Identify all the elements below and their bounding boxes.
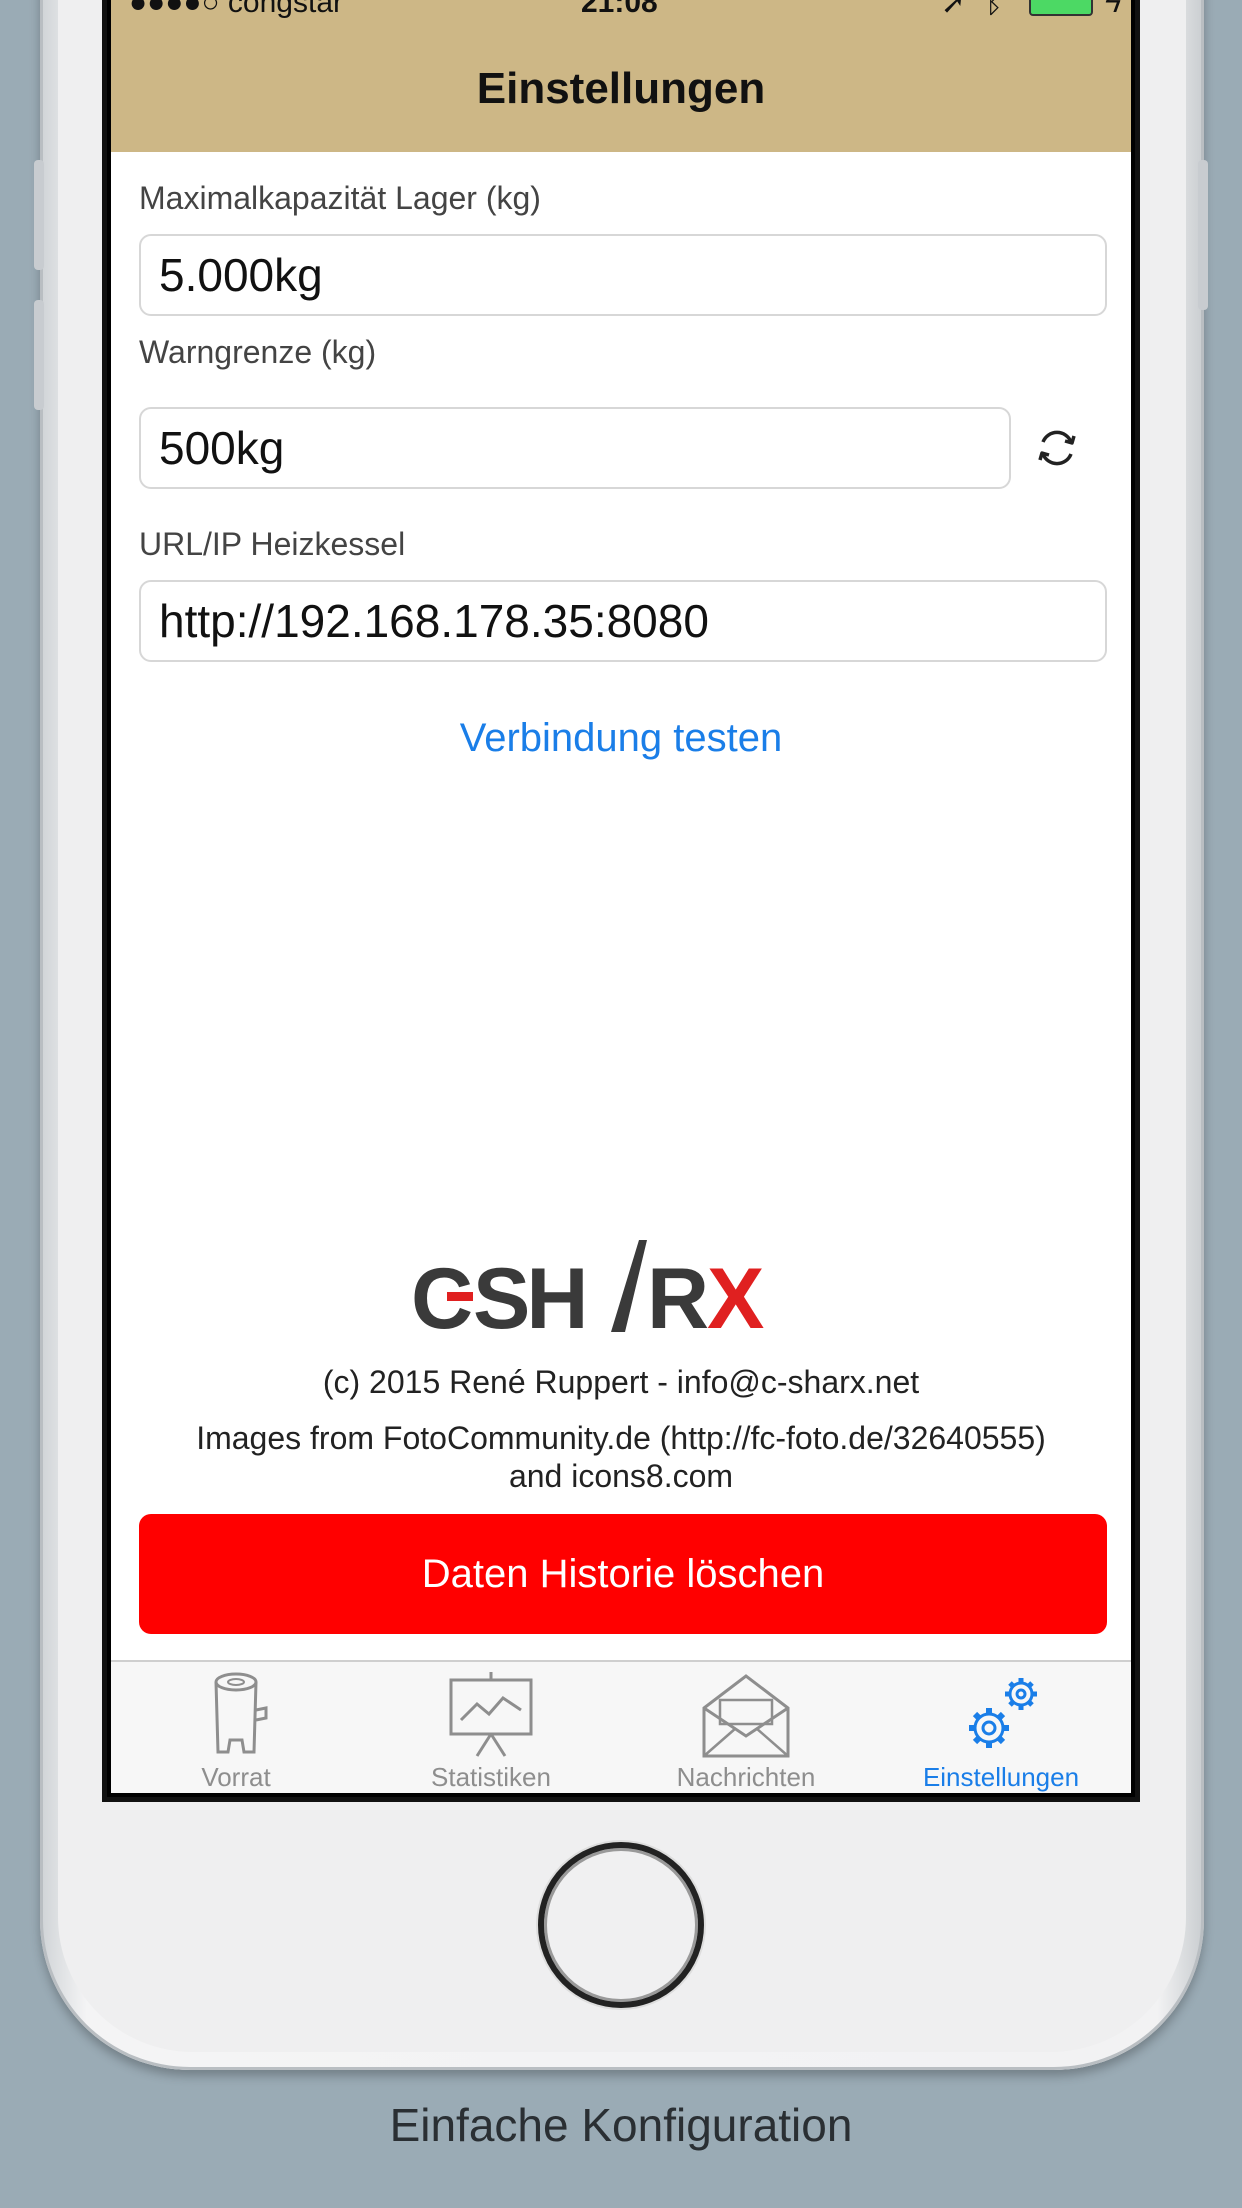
- svg-text:X: X: [707, 1251, 764, 1345]
- tab-statistiken[interactable]: Statistiken: [366, 1662, 616, 1793]
- charging-icon: ϟ: [1105, 0, 1121, 19]
- tab-label: Einstellungen: [922, 1762, 1080, 1792]
- refresh-button[interactable]: [1029, 420, 1085, 476]
- image-credits-line1: Images from FotoCommunity.de (http://fc-…: [196, 1420, 1046, 1456]
- volume-button: [34, 300, 44, 410]
- capacity-input[interactable]: [139, 234, 1107, 316]
- tab-label: Nachrichten: [676, 1762, 816, 1792]
- home-button[interactable]: [538, 1842, 704, 2008]
- volume-button: [34, 160, 44, 270]
- tab-bar: Vorrat Statistiken Nachrichten Einstellu…: [111, 1660, 1131, 1793]
- capacity-label: Maximalkapazität Lager (kg): [139, 180, 541, 216]
- wood-log-icon: [214, 1672, 268, 1754]
- clock: 21:08: [581, 0, 658, 19]
- carrier-label: ●●●●○ congstar: [129, 0, 343, 19]
- url-label: URL/IP Heizkessel: [139, 526, 406, 562]
- warning-limit-input[interactable]: [139, 407, 1011, 489]
- phone-screen: ●●●●○ congstar 21:08 ➚ ᛒ ϟ Einstellungen…: [102, 0, 1140, 1802]
- tab-nachrichten[interactable]: Nachrichten: [621, 1662, 871, 1793]
- battery-icon: [1029, 0, 1093, 16]
- delete-history-button[interactable]: Daten Historie löschen: [139, 1514, 1107, 1634]
- location-icon: ➚: [940, 0, 966, 20]
- bluetooth-icon: ᛒ: [985, 0, 1003, 19]
- warning-limit-label: Warngrenze (kg): [139, 334, 377, 370]
- power-button: [1198, 160, 1208, 310]
- status-bar: ●●●●○ congstar 21:08 ➚ ᛒ ϟ: [111, 0, 1131, 24]
- tab-vorrat[interactable]: Vorrat: [111, 1662, 361, 1793]
- test-connection-button[interactable]: Verbindung testen: [111, 716, 1131, 761]
- image-credits-line2: and icons8.com: [508, 1458, 734, 1494]
- envelope-icon: [702, 1674, 790, 1758]
- navigation-bar: ●●●●○ congstar 21:08 ➚ ᛒ ϟ Einstellungen: [111, 0, 1131, 152]
- c-sharx-logo: C SH R X: [411, 1240, 764, 1345]
- tab-einstellungen[interactable]: Einstellungen: [876, 1662, 1126, 1793]
- caption-text: Einfache Konfiguration: [389, 2099, 853, 2151]
- refresh-icon: [1038, 430, 1076, 466]
- svg-text:R: R: [647, 1251, 708, 1345]
- settings-screen: ●●●●○ congstar 21:08 ➚ ᛒ ϟ Einstellungen…: [111, 0, 1131, 1793]
- page-title: Einstellungen: [476, 64, 766, 113]
- url-input[interactable]: [139, 580, 1107, 662]
- presentation-chart-icon: [449, 1672, 533, 1757]
- copyright-text: (c) 2015 René Ruppert - info@c-sharx.net: [322, 1364, 920, 1400]
- svg-text:SH: SH: [473, 1251, 584, 1345]
- tab-label: Statistiken: [431, 1762, 551, 1792]
- gears-icon: [969, 1678, 1037, 1748]
- tab-label: Vorrat: [201, 1762, 271, 1792]
